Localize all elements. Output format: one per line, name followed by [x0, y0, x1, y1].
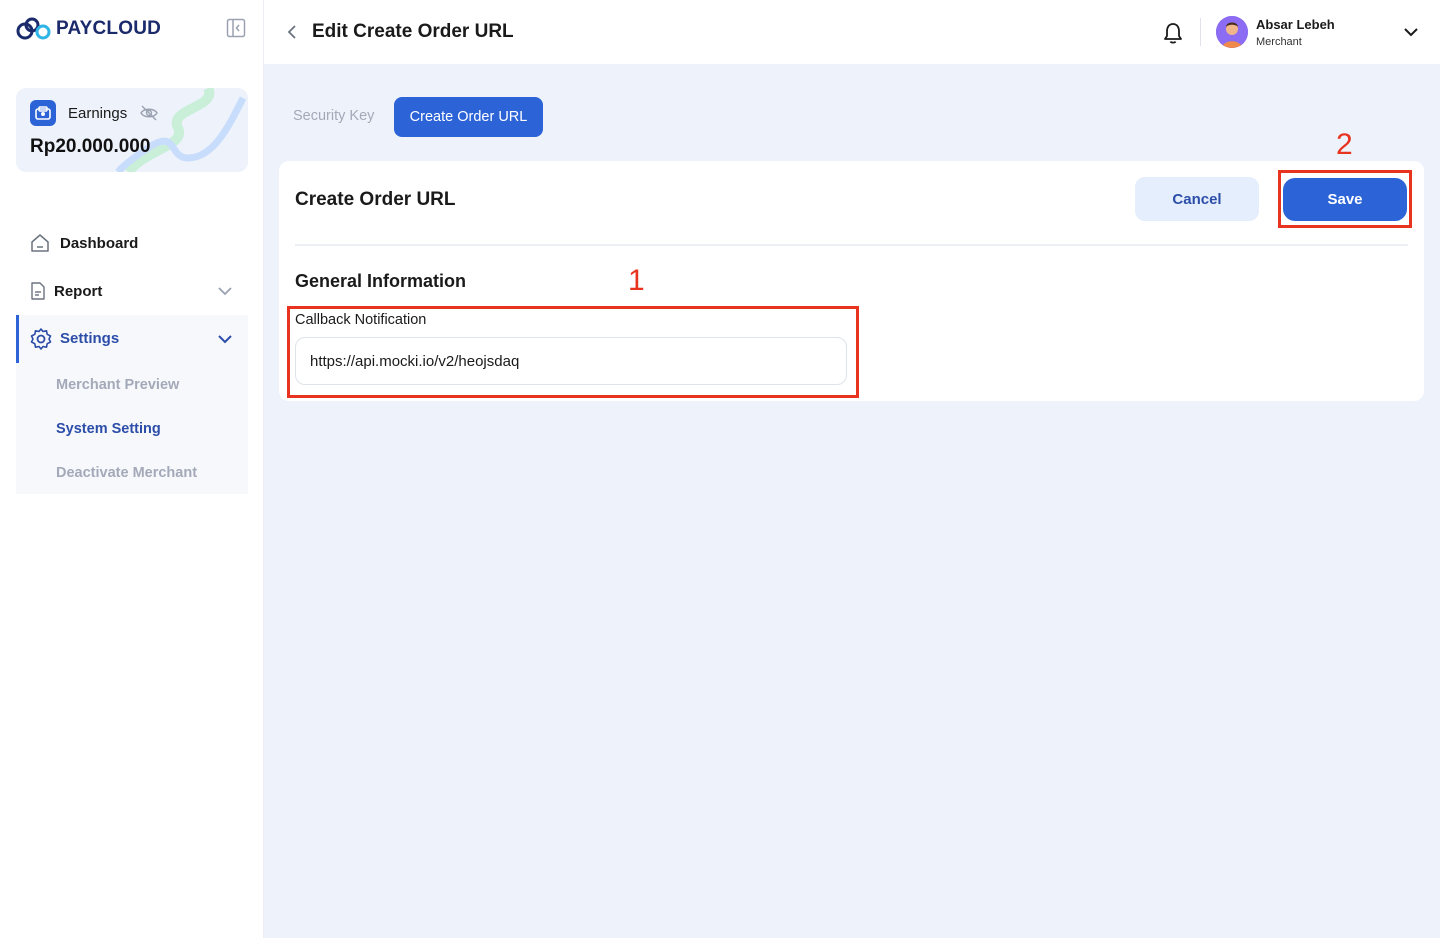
brand-name: PAYCLOUD [56, 18, 162, 39]
sidebar-item-label: Report [54, 282, 103, 300]
sidebar-item-label: Dashboard [60, 234, 139, 252]
wallet-icon [30, 100, 56, 126]
brand-logo[interactable]: PAYCLOUD [16, 16, 161, 42]
sidebar-item-dashboard[interactable]: Dashboard [16, 223, 248, 263]
earnings-label: Earnings [68, 105, 128, 122]
tab-create-order-url[interactable]: Create Order URL [394, 97, 543, 137]
chevron-down-icon [218, 287, 232, 296]
card-title: Create Order URL [295, 189, 456, 210]
sidebar-subitem-system-setting[interactable]: System Setting [56, 421, 161, 437]
sidebar-item-label: Settings [60, 330, 120, 347]
bell-icon[interactable] [1162, 21, 1184, 45]
sidebar-subitem-merchant-preview[interactable]: Merchant Preview [56, 377, 179, 393]
annotation-box-1 [287, 306, 859, 398]
page-title: Edit Create Order URL [312, 21, 514, 42]
earnings-amount: Rp20.000.000 [30, 136, 151, 157]
annotation-number-1: 1 [628, 264, 645, 297]
section-title: General Information [295, 271, 467, 291]
chevron-down-icon[interactable] [1402, 24, 1420, 40]
eye-off-icon[interactable] [140, 105, 158, 121]
chevron-down-icon [218, 335, 232, 344]
tab-security-key[interactable]: Security Key [293, 108, 374, 124]
collapse-sidebar-icon[interactable] [226, 18, 246, 38]
gear-icon [30, 328, 52, 350]
settings-group: Settings Merchant Preview System Setting… [16, 315, 248, 494]
back-arrow-icon[interactable] [284, 22, 300, 42]
card-divider [295, 244, 1408, 246]
sidebar-subitem-deactivate-merchant[interactable]: Deactivate Merchant [56, 465, 197, 481]
document-icon [31, 282, 45, 300]
earnings-decoration [115, 88, 247, 172]
earnings-card: Earnings Rp20.000.000 [16, 88, 248, 172]
sidebar: PAYCLOUD Earnings Rp20.000.000 Dashboard… [0, 0, 264, 938]
home-icon [31, 234, 49, 252]
avatar[interactable] [1216, 16, 1248, 48]
sidebar-item-settings[interactable]: Settings [16, 315, 248, 363]
top-header: Edit Create Order URL Absar Lebeh Mercha… [264, 0, 1440, 64]
header-divider [1200, 18, 1201, 46]
cancel-button[interactable]: Cancel [1135, 177, 1259, 221]
annotation-box-2 [1278, 170, 1412, 228]
annotation-number-2: 2 [1336, 128, 1353, 161]
user-name: Absar Lebeh [1256, 17, 1335, 32]
sidebar-item-report[interactable]: Report [16, 271, 248, 311]
paycloud-logo-icon [16, 17, 51, 40]
user-role: Merchant [1256, 36, 1302, 48]
